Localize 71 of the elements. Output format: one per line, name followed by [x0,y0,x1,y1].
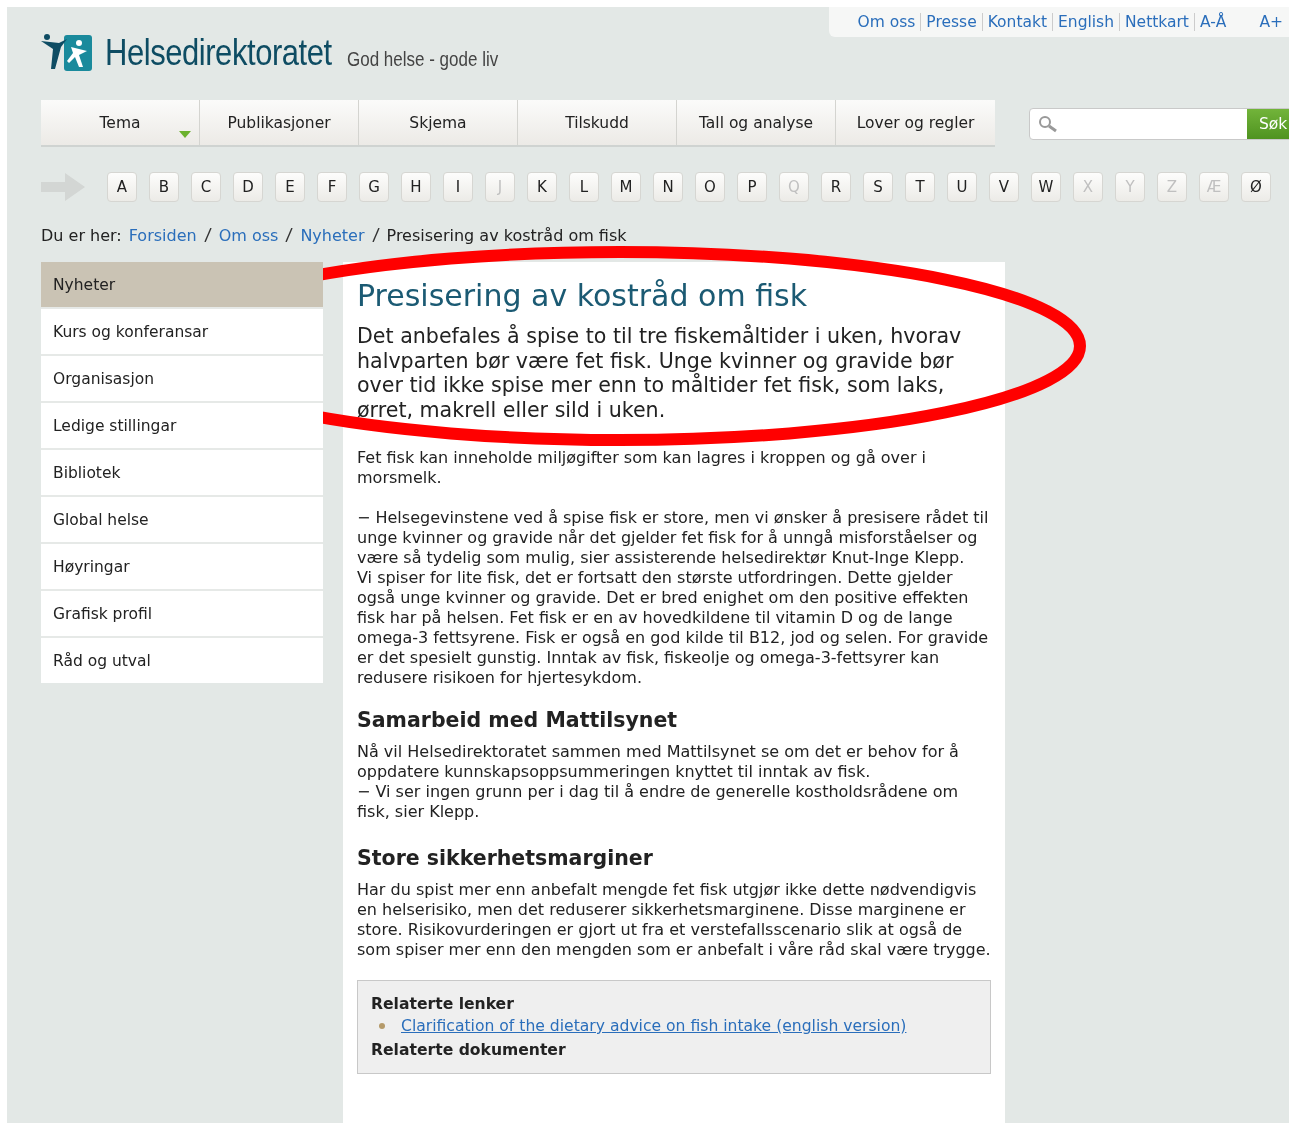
letter-button[interactable]: H [401,172,431,202]
paragraph: Har du spist mer enn anbefalt mengde fet fisk utgjør ikke dette nødvendigvis en helserisiko, men det reduserer sikkerhetsmarginene. Disse marginene er store. Risikovurderingen er gjort ut fra et verstefallsscenario slik at også de som spiser mer enn den mengden som er anbefalt i våre råd skal være trygge. [357,880,991,960]
sidebar-item[interactable]: Råd og utval [41,638,323,683]
sidebar-item[interactable]: Nyheter [41,262,323,307]
letter-button[interactable]: R [821,172,851,202]
top-link[interactable]: Nettkart [1125,13,1189,31]
top-link[interactable]: English [1058,13,1114,31]
letter-button[interactable]: U [947,172,977,202]
related-links-title: Relaterte lenker [371,994,515,1015]
nav-tab[interactable]: Publikasjoner [200,100,359,145]
nav-tab[interactable]: Tema [41,100,200,145]
sidebar-item[interactable]: Bibliotek [41,450,323,495]
letter-button[interactable]: K [527,172,557,202]
tagline: God helse - gode liv [346,47,498,72]
letter-button[interactable]: M [611,172,641,202]
related-documents-title: Relaterte dokumenter [371,1040,567,1061]
letter-button[interactable]: B [149,172,179,202]
letter-button[interactable]: S [863,172,893,202]
letter-button[interactable]: N [653,172,683,202]
slash-icon [285,228,294,242]
nav-tab[interactable]: Tilskudd [518,100,677,145]
section-heading: Store sikkerhetsmarginer [357,846,654,870]
letter-button[interactable]: L [569,172,599,202]
letter-button[interactable]: Ø [1241,172,1271,202]
breadcrumb-link[interactable]: Forsiden [128,225,197,245]
top-link[interactable]: Om oss [857,13,916,31]
sidebar-item[interactable]: Ledige stillingar [41,403,323,448]
sidebar-item[interactable]: Global helse [41,497,323,542]
letter-button[interactable]: V [989,172,1019,202]
paragraph: − Helsegevinstene ved å spise fisk er store, men vi ønsker å presisere rådet til unge kvinner og gravide når det gjelder fet fisk for å unngå misforståelser og være så tydelig som mulig, sier assisterende helsedirektør Knut-Inge Klepp. [357,508,990,568]
letter-button[interactable]: G [359,172,389,202]
nav-tab[interactable]: Skjema [359,100,518,145]
paragraph: Vi spiser for lite fisk, det er fortsatt den største utfordringen. Dette gjelder også unge kvinner og gravide. Det er bred enighet om den positive effekten fisk har på helsen. Fet fisk er en av hovedkildene til vitamin D og de lange omega-3 fettsyrene. Fisk er også en god kilde til B12, jod og selen. For gravide er det spesielt gunstig. Inntak av fisk, fiskeolje og omega-3-fettsyrer kan redusere risikoen for hjertesykdom. [357,568,990,688]
caret-icon [179,131,191,138]
related-link[interactable]: Clarification of the dietary advice on fish intake (english version) [401,1017,907,1035]
breadcrumb-link[interactable]: Nyheter [300,225,365,245]
breadcrumb-label: Du er her: [41,225,122,245]
letter-button[interactable]: C [191,172,221,202]
sidebar-item[interactable]: Kurs og konferansar [41,309,323,354]
breadcrumb-current: Presisering av kostråd om fisk [386,225,627,245]
search-icon [1038,114,1058,133]
letter-button[interactable]: T [905,172,935,202]
section-heading: Samarbeid med Mattilsynet [357,708,679,732]
top-link[interactable]: Kontakt [987,13,1048,31]
bullet-icon [379,1023,385,1029]
letter-button[interactable]: F [317,172,347,202]
font-size-link[interactable]: A+ [1259,13,1283,31]
sidebar-item[interactable]: Organisasjon [41,356,323,401]
nav-tab[interactable]: Lover og regler [836,100,995,145]
letter-button[interactable]: I [443,172,473,202]
article-title: Presisering av kostråd om fisk [357,278,809,314]
breadcrumb-link[interactable]: Om oss [218,225,279,245]
paragraph: Fet fisk kan inneholde miljøgifter som kan lagres i kroppen og gå over i morsmelk. [357,448,927,488]
site-logo-text[interactable]: Helsedirektoratet [105,33,332,73]
letter-button[interactable]: A [107,172,137,202]
paragraph: Nå vil Helsedirektoratet sammen med Mattilsynet se om det er behov for å oppdatere kunnskapsoppsummeringen knyttet til inntak av fisk. [357,742,960,782]
letter-button[interactable]: D [233,172,263,202]
logo-icon [41,33,93,73]
letter-button[interactable]: P [737,172,767,202]
sidebar-item[interactable]: Høyringar [41,544,323,589]
top-link[interactable]: A-Å [1199,13,1227,31]
slash-icon [371,228,380,242]
letter-button[interactable]: O [695,172,725,202]
letter-button[interactable]: E [275,172,305,202]
nav-tab[interactable]: Tall og analyse [677,100,836,145]
paragraph: − Vi ser ingen grunn per i dag til å endre de generelle kostholdsrådene om fisk, sier Klepp. [357,782,960,822]
top-link[interactable]: Presse [926,13,977,31]
slash-icon [203,228,212,242]
sidebar-item[interactable]: Grafisk profil [41,591,323,636]
lead-paragraph: Det anbefales å spise to til tre fiskemåltider i uken, hvorav halvparten bør være fet fisk. Unge kvinner og gravide bør over tid ikke spise mer enn to måltider fet fisk, som laks, ørret, makrell eller sild i uken. [357,324,963,422]
letter-button[interactable]: W [1031,172,1061,202]
